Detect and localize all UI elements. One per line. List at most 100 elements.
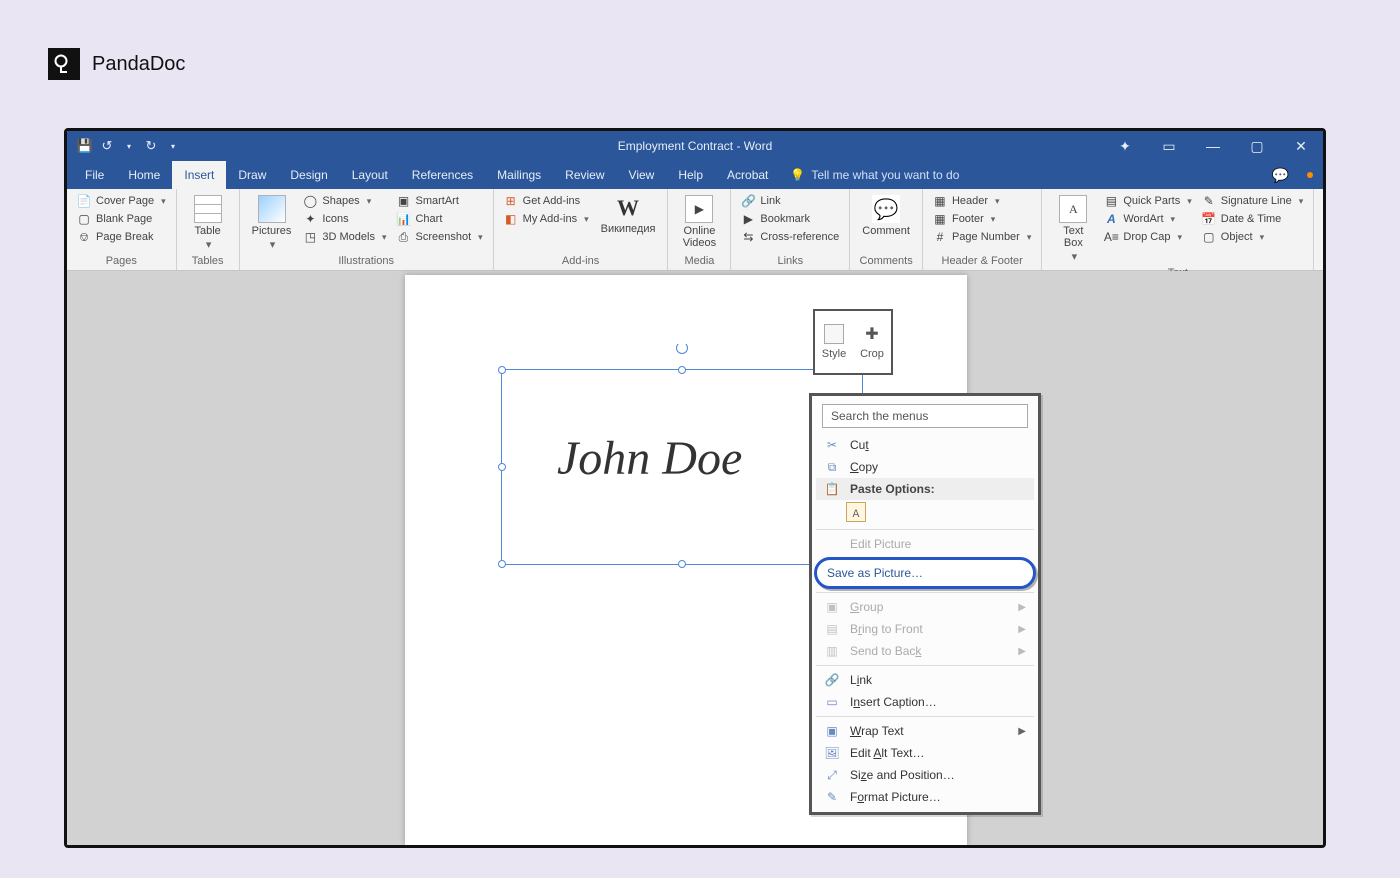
smartart-icon: ▣ [396,194,410,208]
equation-button[interactable]: πEquation▾ [1322,193,1326,209]
icons-button[interactable]: ✦Icons [301,211,388,227]
cross-reference-button[interactable]: ⇆Cross-reference [739,229,841,245]
menu-size-position[interactable]: ⤢Size and Position… [816,764,1034,786]
wikipedia-button[interactable]: W Википедия [597,193,660,237]
paste-options-row: Ａ [816,500,1034,526]
quick-access-toolbar: 💾 ↺ ▾ ↻ ▾ [67,138,191,154]
tab-help[interactable]: Help [666,161,715,189]
tab-review[interactable]: Review [553,161,616,189]
resize-handle-w[interactable] [498,463,506,471]
signature-line-button[interactable]: ✎Signature Line▾ [1200,193,1305,209]
minimize-button[interactable]: — [1191,131,1235,161]
tab-references[interactable]: References [400,161,485,189]
resize-handle-sw[interactable] [498,560,506,568]
my-addins-button[interactable]: ◧My Add-ins▾ [502,211,591,227]
redo-icon[interactable]: ↻ [143,138,159,154]
page-break-button[interactable]: ⎊Page Break [75,229,168,245]
page-number-button[interactable]: #Page Number▾ [931,229,1033,245]
rotate-handle[interactable] [676,342,688,354]
menu-search-input[interactable]: Search the menus [822,404,1028,428]
close-button[interactable]: ✕ [1279,131,1323,161]
undo-dropdown-icon[interactable]: ▾ [121,138,137,154]
menu-cut[interactable]: ✂Cut [816,434,1034,456]
ribbon: 📄Cover Page▾ ▢Blank Page ⎊Page Break Pag… [67,189,1323,271]
smartart-button[interactable]: ▣SmartArt [394,193,484,209]
style-icon [824,324,844,344]
group-header-footer: ▦Header▾ ▦Footer▾ #Page Number▾ Header &… [923,189,1042,270]
screenshot-icon: ⎙ [396,230,410,244]
menu-bring-to-front: ▤Bring to Front▶ [816,618,1034,640]
group-illustrations: Pictures▾ ◯Shapes▾ ✦Icons ◳3D Models▾ ▣S… [240,189,494,270]
get-addins-button[interactable]: ⊞Get Add-ins [502,193,591,209]
tab-mailings[interactable]: Mailings [485,161,553,189]
resize-handle-n[interactable] [678,366,686,374]
separator [816,665,1034,666]
tab-acrobat[interactable]: Acrobat [715,161,780,189]
tab-insert[interactable]: Insert [172,161,226,189]
tab-draw[interactable]: Draw [226,161,278,189]
group-tables: Table▾ Tables [177,189,240,270]
restore-button[interactable]: ▢ [1235,131,1279,161]
screenshot-button[interactable]: ⎙Screenshot▾ [394,229,484,245]
equation-icon: π [1324,194,1326,208]
cover-page-button[interactable]: 📄Cover Page▾ [75,193,168,209]
group-tables-label: Tables [185,253,231,270]
tab-view[interactable]: View [617,161,667,189]
resize-handle-nw[interactable] [498,366,506,374]
object-button[interactable]: ▢Object▾ [1200,229,1305,245]
resize-handle-s[interactable] [678,560,686,568]
menu-format-picture[interactable]: ✎Format Picture… [816,786,1034,808]
icons-icon: ✦ [303,212,317,226]
cross-reference-icon: ⇆ [741,230,755,244]
shapes-button[interactable]: ◯Shapes▾ [301,193,388,209]
tab-home[interactable]: Home [116,161,172,189]
wordart-button[interactable]: AWordArt▾ [1102,211,1193,227]
menu-edit-alt-text[interactable]: 🖼Edit Alt Text… [816,742,1034,764]
symbol-icon: Ω [1324,212,1326,226]
ribbon-display-icon[interactable]: ▭ [1147,131,1191,161]
menu-link[interactable]: 🔗Link [816,669,1034,691]
group-media: ▶ Online Videos Media [668,189,731,270]
document-title: Employment Contract - Word [618,139,773,153]
accessibility-icon[interactable]: ✦ [1103,131,1147,161]
notification-dot-icon[interactable] [1307,172,1313,178]
table-button[interactable]: Table▾ [185,193,231,253]
menu-wrap-text[interactable]: ▣Wrap Text▶ [816,720,1034,742]
chart-button[interactable]: 📊Chart [394,211,484,227]
blank-page-button[interactable]: ▢Blank Page [75,211,168,227]
paste-keep-formatting-icon[interactable]: Ａ [846,502,866,522]
tab-design[interactable]: Design [278,161,339,189]
symbol-button[interactable]: ΩSymbol▾ [1322,211,1326,227]
menu-save-as-picture[interactable]: Save as Picture… [814,557,1036,589]
link-icon: 🔗 [741,194,755,208]
qat-customize-icon[interactable]: ▾ [165,138,181,154]
tell-me-search[interactable]: 💡 Tell me what you want to do [780,161,969,189]
style-button[interactable]: Style [815,311,853,373]
group-addins-label: Add-ins [502,253,660,270]
date-time-icon: 📅 [1202,212,1216,226]
comments-button-icon[interactable]: 💬 [1272,167,1289,184]
date-time-button[interactable]: 📅Date & Time [1200,211,1305,227]
3d-models-button[interactable]: ◳3D Models▾ [301,229,388,245]
document-workspace: John Doe Style ✚ Crop Search the menus ✂… [67,271,1323,845]
menu-copy[interactable]: ⧉Copy [816,456,1034,478]
footer-button[interactable]: ▦Footer▾ [931,211,1033,227]
my-addins-icon: ◧ [504,212,518,226]
tab-layout[interactable]: Layout [340,161,400,189]
header-button[interactable]: ▦Header▾ [931,193,1033,209]
menu-insert-caption[interactable]: ▭Insert Caption… [816,691,1034,713]
tab-file[interactable]: File [73,161,116,189]
text-box-button[interactable]: A Text Box▾ [1050,193,1096,265]
link-button[interactable]: 🔗Link [739,193,841,209]
pictures-button[interactable]: Pictures▾ [248,193,296,253]
comment-button[interactable]: 💬 Comment [858,193,914,239]
save-icon[interactable]: 💾 [77,138,93,154]
quick-parts-button[interactable]: ▤Quick Parts▾ [1102,193,1193,209]
crop-button[interactable]: ✚ Crop [853,311,891,373]
undo-icon[interactable]: ↺ [99,138,115,154]
header-icon: ▦ [933,194,947,208]
online-videos-button[interactable]: ▶ Online Videos [676,193,722,251]
bookmark-button[interactable]: ▶Bookmark [739,211,841,227]
pandadoc-brand: PandaDoc [48,48,185,80]
drop-cap-button[interactable]: A≡Drop Cap▾ [1102,229,1193,245]
